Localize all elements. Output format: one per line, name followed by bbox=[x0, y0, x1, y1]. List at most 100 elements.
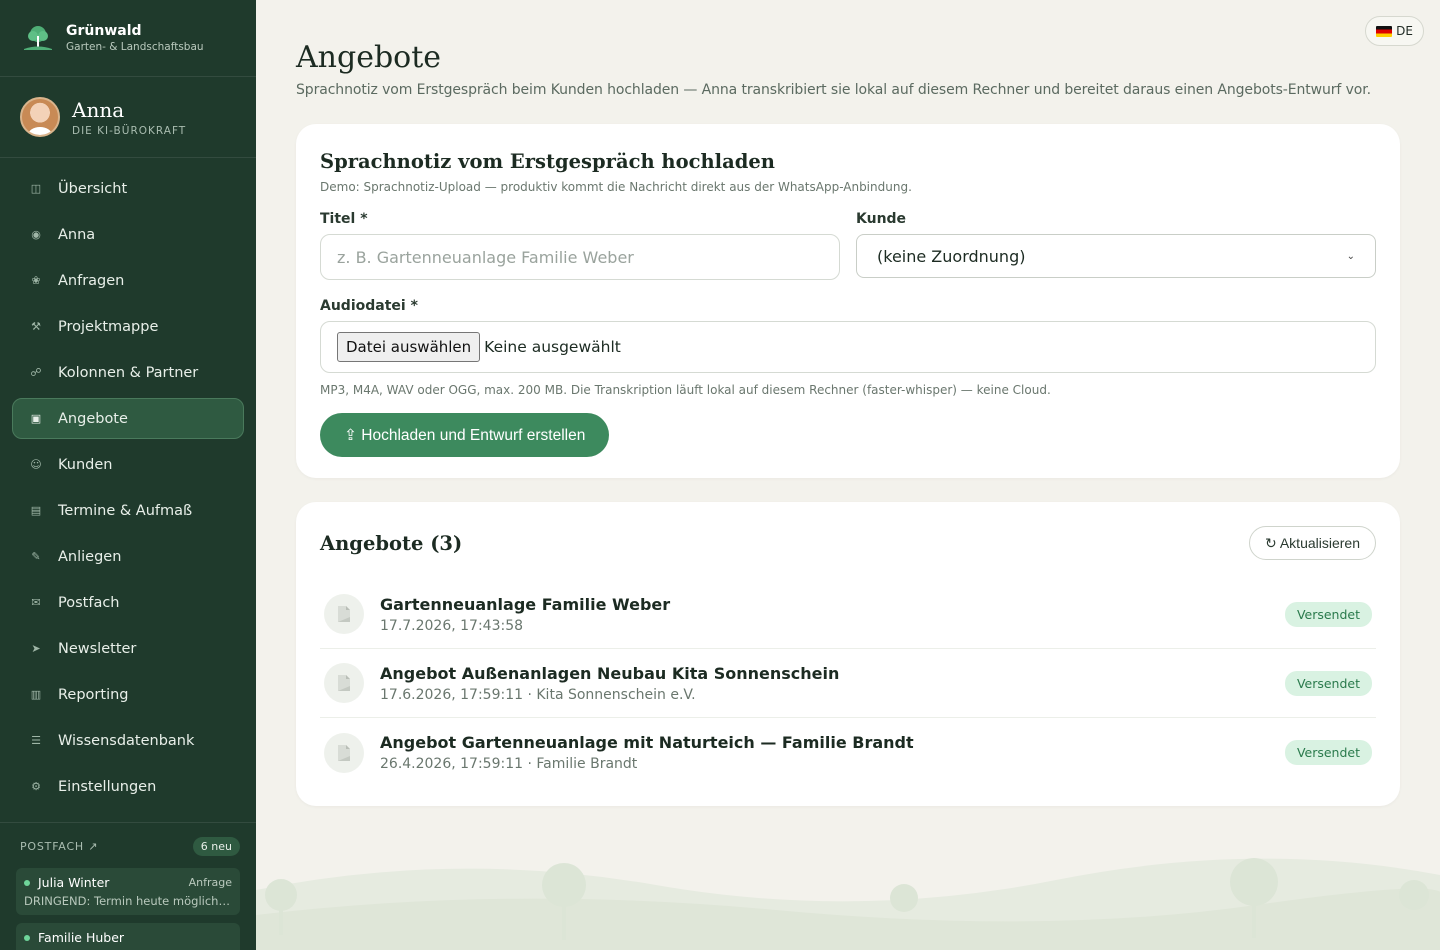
sidebar-item-label: Anna bbox=[58, 226, 96, 243]
sidebar-item-label: Postfach bbox=[58, 594, 120, 611]
sidebar-item-kolonnen-partner[interactable]: ☍ Kolonnen & Partner bbox=[12, 352, 244, 393]
sidebar-item-anfragen[interactable]: ❀ Anfragen bbox=[12, 260, 244, 301]
german-flag-icon bbox=[1376, 25, 1393, 37]
offer-text: Angebot Außenanlagen Neubau Kita Sonnens… bbox=[380, 664, 1285, 703]
customer-label: Kunde bbox=[856, 211, 907, 227]
inbox-count-badge: 6 neu bbox=[192, 837, 240, 856]
upload-card: Sprachnotiz vom Erstgespräch hochladen D… bbox=[296, 124, 1400, 478]
sidebar-item-label: Wissensdatenbank bbox=[58, 732, 195, 749]
inbox-message-header: Familie Huber bbox=[24, 930, 232, 945]
offers-card: Angebote (3) ↻ Aktualisieren Gartenneuan… bbox=[296, 502, 1400, 806]
inbox-preview: DRINGEND: Termin heute möglich? ... bbox=[24, 894, 232, 908]
offers-title: Angebote (3) bbox=[320, 531, 463, 555]
offer-row[interactable]: Angebot Gartenneuanlage mit Naturteich —… bbox=[320, 718, 1376, 787]
inbox-sender-name: Familie Huber bbox=[38, 930, 125, 945]
sidebar-item-label: Termine & Aufmaß bbox=[58, 502, 193, 519]
sidebar-item-angebote[interactable]: ▣ Angebote bbox=[12, 398, 244, 439]
inbox-message[interactable]: Julia Winter Anfrage DRINGEND: Termin heut… bbox=[16, 868, 240, 915]
list-icon: ☰ bbox=[31, 734, 41, 747]
offer-row[interactable]: Gartenneuanlage Familie Weber 17.7.2026, … bbox=[320, 580, 1376, 649]
people-icon: ☍ bbox=[30, 366, 42, 379]
refresh-button[interactable]: ↻ Aktualisieren bbox=[1249, 526, 1376, 560]
sidebar-item-postfach[interactable]: ✉ Postfach bbox=[12, 582, 244, 623]
sidebar-item-label: Projektmappe bbox=[58, 318, 159, 335]
sidebar-item-übersicht[interactable]: ◫ Übersicht bbox=[12, 168, 244, 209]
status-badge: Versendet bbox=[1284, 601, 1372, 627]
offer-title: Gartenneuanlage Familie Weber bbox=[380, 594, 671, 614]
inbox-message-header: Julia Winter Anfrage bbox=[24, 875, 232, 890]
customer-icon: ☺ bbox=[30, 458, 42, 471]
calendar-icon: ▤ bbox=[30, 504, 42, 517]
customer-field: Kunde (keine Zuordnung) ⌄ bbox=[856, 211, 1376, 280]
sidebar-item-label: Kolonnen & Partner bbox=[58, 364, 199, 381]
chart-icon: ▥ bbox=[30, 688, 42, 701]
inbox-header: POSTFACH ↗ 6 neu bbox=[20, 837, 240, 856]
avatar bbox=[20, 97, 60, 137]
sidebar-item-label: Newsletter bbox=[58, 640, 137, 657]
landscape-illustration bbox=[256, 858, 1440, 950]
tree-logo-icon bbox=[24, 26, 52, 50]
offer-title: Angebot Außenanlagen Neubau Kita Sonnens… bbox=[380, 663, 840, 683]
offer-text: Angebot Gartenneuanlage mit Naturteich —… bbox=[380, 733, 1285, 772]
brand[interactable]: Grünwald Garten- & Landschaftsbau bbox=[0, 0, 256, 77]
sidebar-item-reporting[interactable]: ▥ Reporting bbox=[12, 674, 244, 715]
sidebar-item-label: Anfragen bbox=[58, 272, 125, 289]
grid-icon: ◫ bbox=[30, 182, 42, 195]
persona-role: DIE KI-BÜROKRAFT bbox=[72, 124, 187, 137]
persona: Anna DIE KI-BÜROKRAFT bbox=[0, 77, 256, 158]
audio-file-input: Datei auswählen Keine ausgewählt bbox=[320, 321, 1376, 373]
upload-submit-button[interactable]: ⇪ Hochladen und Entwurf erstellen bbox=[320, 413, 610, 457]
language-label: DE bbox=[1396, 24, 1413, 38]
offer-list: Gartenneuanlage Familie Weber 17.7.2026, … bbox=[320, 580, 1376, 787]
sidebar-item-label: Reporting bbox=[58, 686, 129, 703]
document-icon: ▣ bbox=[30, 412, 42, 425]
sidebar-item-label: Anliegen bbox=[58, 548, 122, 565]
sidebar-item-einstellungen[interactable]: ⚙ Einstellungen bbox=[12, 766, 244, 807]
chevron-down-icon: ⌄ bbox=[1346, 250, 1355, 262]
customer-select[interactable]: (keine Zuordnung) ⌄ bbox=[856, 234, 1376, 278]
status-badge: Versendet bbox=[1284, 740, 1372, 765]
sidebar-item-anliegen[interactable]: ✎ Anliegen bbox=[12, 536, 244, 577]
document-icon bbox=[324, 663, 364, 703]
sidebar-item-termine-aufmaß[interactable]: ▤ Termine & Aufmaß bbox=[12, 490, 244, 531]
inbox-message[interactable]: Familie HuberAufwendige Außenbeleuchtung… bbox=[16, 923, 240, 950]
audio-field: Audiodatei * Datei auswählen Keine ausge… bbox=[320, 298, 1376, 397]
sidebar-item-label: Kunden bbox=[58, 456, 113, 473]
offer-meta: 17.7.2026, 17:43:58 bbox=[380, 617, 524, 634]
pencil-icon: ✎ bbox=[31, 550, 41, 563]
inbox-tag: Anfrage bbox=[188, 876, 232, 889]
unread-dot-icon bbox=[24, 879, 30, 886]
sidebar-item-anna[interactable]: ◉ Anna bbox=[12, 214, 244, 255]
inbox-sender: Julia Winter bbox=[24, 875, 109, 890]
file-hint: MP3, M4A, WAV oder OGG, max. 200 MB. Die… bbox=[320, 383, 1051, 397]
title-input[interactable] bbox=[320, 234, 840, 280]
inbox-list: Julia Winter Anfrage DRINGEND: Termin heut… bbox=[16, 868, 240, 950]
assistant-icon: ◉ bbox=[31, 228, 41, 241]
inbox-sender: Familie Huber bbox=[24, 930, 124, 945]
page-title: Angebote bbox=[296, 40, 442, 75]
sidebar-item-projektmappe[interactable]: ⚒ Projektmappe bbox=[12, 306, 244, 347]
upload-card-title: Sprachnotiz vom Erstgespräch hochladen bbox=[320, 150, 775, 173]
brand-name: Grünwald bbox=[66, 23, 142, 39]
file-status: Keine ausgewählt bbox=[484, 338, 621, 356]
unread-dot-icon bbox=[24, 934, 30, 941]
title-field: Titel * bbox=[320, 211, 840, 280]
offer-row[interactable]: Angebot Außenanlagen Neubau Kita Sonnens… bbox=[320, 649, 1376, 718]
status-badge: Versendet bbox=[1284, 670, 1372, 696]
upload-card-description: Demo: Sprachnotiz-Upload — produktiv kom… bbox=[320, 180, 912, 194]
language-switcher[interactable]: DE bbox=[1365, 16, 1424, 46]
sidebar: Grünwald Garten- & Landschaftsbau Anna D… bbox=[0, 0, 256, 950]
audio-label: Audiodatei * bbox=[320, 298, 418, 314]
sidebar-item-label: Übersicht bbox=[58, 180, 128, 197]
tools-icon: ⚒ bbox=[31, 320, 41, 333]
send-icon: ➤ bbox=[31, 642, 41, 655]
page-subtitle: Sprachnotiz vom Erstgespräch beim Kunden… bbox=[296, 82, 1371, 98]
sidebar-item-wissensdatenbank[interactable]: ☰ Wissensdatenbank bbox=[12, 720, 244, 761]
sidebar-item-newsletter[interactable]: ➤ Newsletter bbox=[12, 628, 244, 669]
inbox-sender-name: Julia Winter bbox=[38, 875, 110, 890]
document-icon bbox=[324, 594, 364, 634]
offer-text: Gartenneuanlage Familie Weber 17.7.2026, … bbox=[380, 595, 1285, 634]
inbox-link[interactable]: POSTFACH ↗ bbox=[20, 840, 98, 853]
choose-file-button[interactable]: Datei auswählen bbox=[337, 332, 481, 362]
sidebar-item-kunden[interactable]: ☺ Kunden bbox=[12, 444, 244, 485]
